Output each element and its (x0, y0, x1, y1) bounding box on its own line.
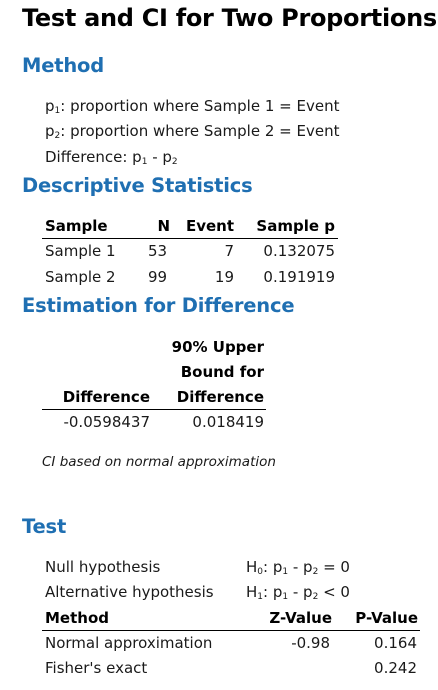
difference-minus: - p (147, 148, 172, 166)
upper-bound-value: 0.018419 (192, 413, 264, 431)
col-header-n: N (157, 217, 170, 235)
table-row-1-n: 53 (148, 242, 168, 260)
col-header-upper-line1: 90% Upper (171, 338, 264, 356)
test-row-1-p-value: 0.164 (374, 634, 417, 652)
null-relation: = 0 (318, 558, 350, 576)
test-row-2-method: Fisher's exact (45, 659, 148, 677)
p1-description: : proportion where Sample 1 = Event (60, 97, 340, 115)
null-h-symbol: H (246, 558, 258, 576)
col-header-p-value: P-Value (355, 609, 418, 627)
difference-sub2: 2 (171, 157, 178, 167)
test-row-1-z-value: -0.98 (291, 634, 330, 652)
alt-p1: : p (263, 583, 283, 601)
col-header-upper-line2: Bound for (180, 363, 264, 381)
page-title: Test and CI for Two Proportions (22, 4, 437, 32)
alternative-hypothesis-label: Alternative hypothesis (45, 583, 214, 601)
estimation-heading: Estimation for Difference (22, 294, 295, 317)
table-row-1-sample-p: 0.132075 (263, 242, 335, 260)
alt-relation: < 0 (318, 583, 350, 601)
estimation-header-rule (42, 409, 266, 410)
alt-h-symbol: H (246, 583, 258, 601)
col-header-event: Event (185, 217, 234, 235)
null-hypothesis-label: Null hypothesis (45, 558, 161, 576)
method-p2-line: p2: proportion where Sample 2 = Event (45, 122, 339, 141)
method-difference-line: Difference: p1 - p2 (45, 148, 178, 167)
col-header-sample: Sample (45, 217, 108, 235)
col-header-method: Method (45, 609, 109, 627)
col-header-sample-p: Sample p (256, 217, 335, 235)
ci-note: CI based on normal approximation (42, 454, 276, 470)
test-row-1-method: Normal approximation (45, 634, 213, 652)
descriptive-header-rule (42, 238, 338, 239)
test-header-rule (42, 630, 420, 631)
null-p2: - p (288, 558, 313, 576)
p2-symbol: p (45, 122, 55, 140)
difference-value: -0.0598437 (63, 413, 150, 431)
null-p1: : p (263, 558, 283, 576)
table-row-2-sample-p: 0.191919 (263, 268, 335, 286)
col-header-upper-line3: Difference (176, 388, 264, 406)
method-p1-line: p1: proportion where Sample 1 = Event (45, 97, 339, 116)
test-row-2-p-value: 0.242 (374, 659, 417, 677)
difference-label: Difference: p (45, 148, 142, 166)
table-row-1-sample: Sample 1 (45, 242, 116, 260)
method-heading: Method (22, 54, 104, 77)
alternative-hypothesis-value: H1: p1 - p2 < 0 (246, 583, 350, 602)
descriptive-heading: Descriptive Statistics (22, 174, 253, 197)
col-header-difference: Difference (62, 388, 150, 406)
test-heading: Test (22, 515, 67, 538)
table-row-2-sample: Sample 2 (45, 268, 116, 286)
table-row-1-event: 7 (224, 242, 234, 260)
alt-p2: - p (288, 583, 313, 601)
table-row-2-event: 19 (214, 268, 234, 286)
col-header-z-value: Z-Value (269, 609, 332, 627)
null-hypothesis-value: H0: p1 - p2 = 0 (246, 558, 350, 577)
table-row-2-n: 99 (148, 268, 168, 286)
p2-description: : proportion where Sample 2 = Event (60, 122, 340, 140)
p1-symbol: p (45, 97, 55, 115)
